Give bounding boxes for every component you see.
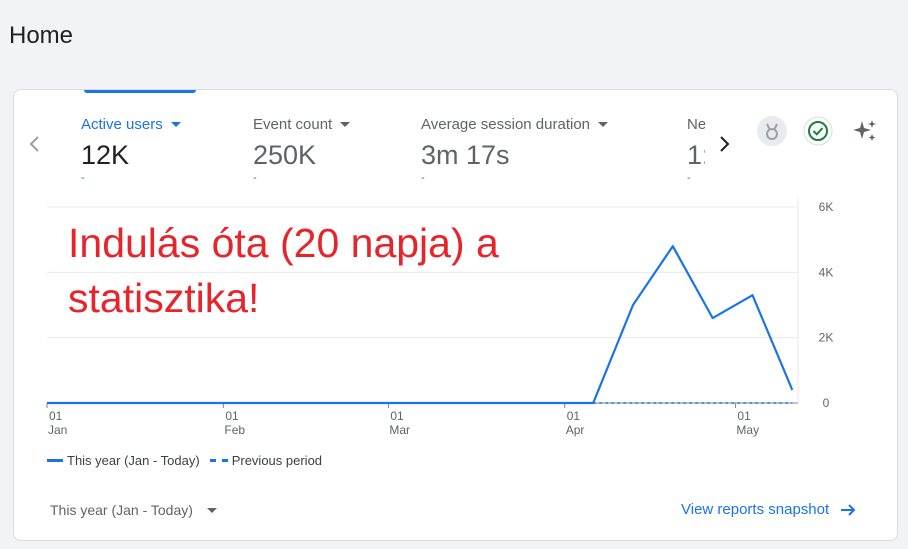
legend-dashed-line [209, 459, 228, 462]
arrow-right-icon [841, 503, 856, 516]
x-tick-month: Apr [566, 423, 585, 437]
legend-item-previous-period: Previous period [209, 453, 323, 468]
home-overview-card: Active users 12K - Event count 250K - Av… [13, 89, 898, 541]
x-tick-day: 01 [567, 409, 581, 423]
y-tick-label: 2K [819, 331, 834, 345]
legend-item-this-year: This year (Jan - Today) [47, 453, 200, 468]
x-tick-month: May [736, 423, 759, 437]
view-reports-snapshot-link[interactable]: View reports snapshot [681, 501, 859, 518]
view-reports-snapshot-label: View reports snapshot [681, 501, 830, 518]
x-tick-day: 01 [737, 409, 751, 423]
chart-legend: This year (Jan - Today) Previous period [47, 453, 332, 468]
x-tick-month: Mar [389, 423, 410, 437]
legend-label: Previous period [231, 453, 323, 468]
annotation-line-2: statisztika! [68, 275, 260, 321]
date-range-label: This year (Jan - Today) [50, 502, 193, 518]
x-tick-month: Feb [224, 423, 245, 437]
y-tick-label: 4K [819, 265, 834, 279]
annotation-line-1: Indulás óta (20 napja) a [68, 220, 499, 266]
page-title: Home [9, 22, 74, 49]
x-tick-month: Jan [48, 423, 67, 437]
y-tick-label: 6K [819, 200, 834, 214]
annotation-text: Indulás óta (20 napja) a statisztika! [68, 216, 588, 326]
x-tick-day: 01 [49, 409, 63, 423]
caret-down-icon [206, 507, 217, 513]
legend-label: This year (Jan - Today) [67, 453, 200, 468]
x-tick-day: 01 [225, 409, 239, 423]
x-tick-day: 01 [390, 409, 404, 423]
date-range-select[interactable]: This year (Jan - Today) [50, 502, 217, 518]
legend-solid-line [47, 459, 63, 462]
y-tick-label: 0 [823, 396, 830, 410]
